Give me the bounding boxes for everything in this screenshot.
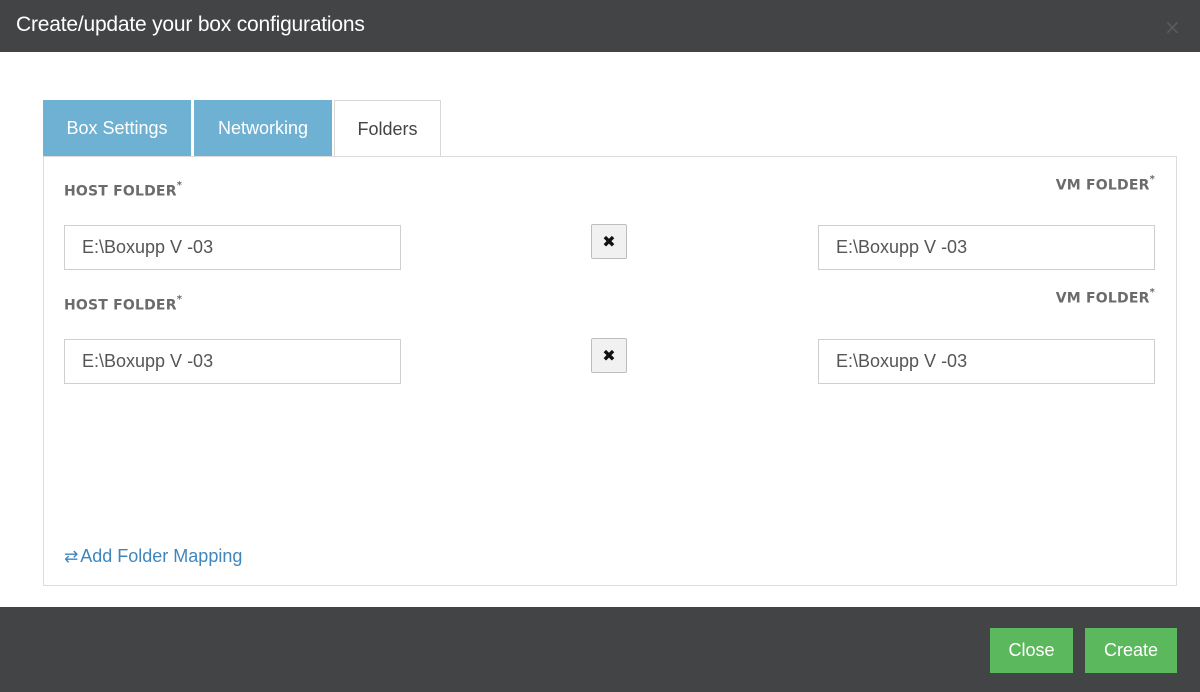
create-button[interactable]: Create <box>1085 628 1177 673</box>
dialog-header: Create/update your box configurations × <box>0 0 1200 52</box>
remove-mapping-button[interactable]: ✖ <box>591 338 627 373</box>
add-folder-mapping-link[interactable]: ⇄ Add Folder Mapping <box>64 546 242 567</box>
dialog-title: Create/update your box configurations <box>16 13 365 36</box>
vm-folder-label: VM FOLDER* <box>1055 174 1155 194</box>
host-folder-label: HOST FOLDER* <box>64 180 183 200</box>
tab-folders[interactable]: Folders <box>334 100 441 157</box>
vm-folder-label: VM FOLDER* <box>1055 287 1155 307</box>
close-button[interactable]: Close <box>990 628 1073 673</box>
host-folder-label: HOST FOLDER* <box>64 294 183 314</box>
host-folder-input[interactable] <box>64 339 401 384</box>
close-icon: ✖ <box>602 232 616 251</box>
vm-folder-input[interactable] <box>818 339 1155 384</box>
tab-networking[interactable]: Networking <box>194 100 332 156</box>
host-folder-input[interactable] <box>64 225 401 270</box>
exchange-icon: ⇄ <box>64 547 79 567</box>
remove-mapping-button[interactable]: ✖ <box>591 224 627 259</box>
close-icon: ✖ <box>602 346 616 365</box>
vm-folder-input[interactable] <box>818 225 1155 270</box>
tab-box-settings[interactable]: Box Settings <box>43 100 191 156</box>
add-folder-mapping-label: Add Folder Mapping <box>80 546 243 566</box>
close-icon[interactable]: × <box>1164 17 1181 37</box>
